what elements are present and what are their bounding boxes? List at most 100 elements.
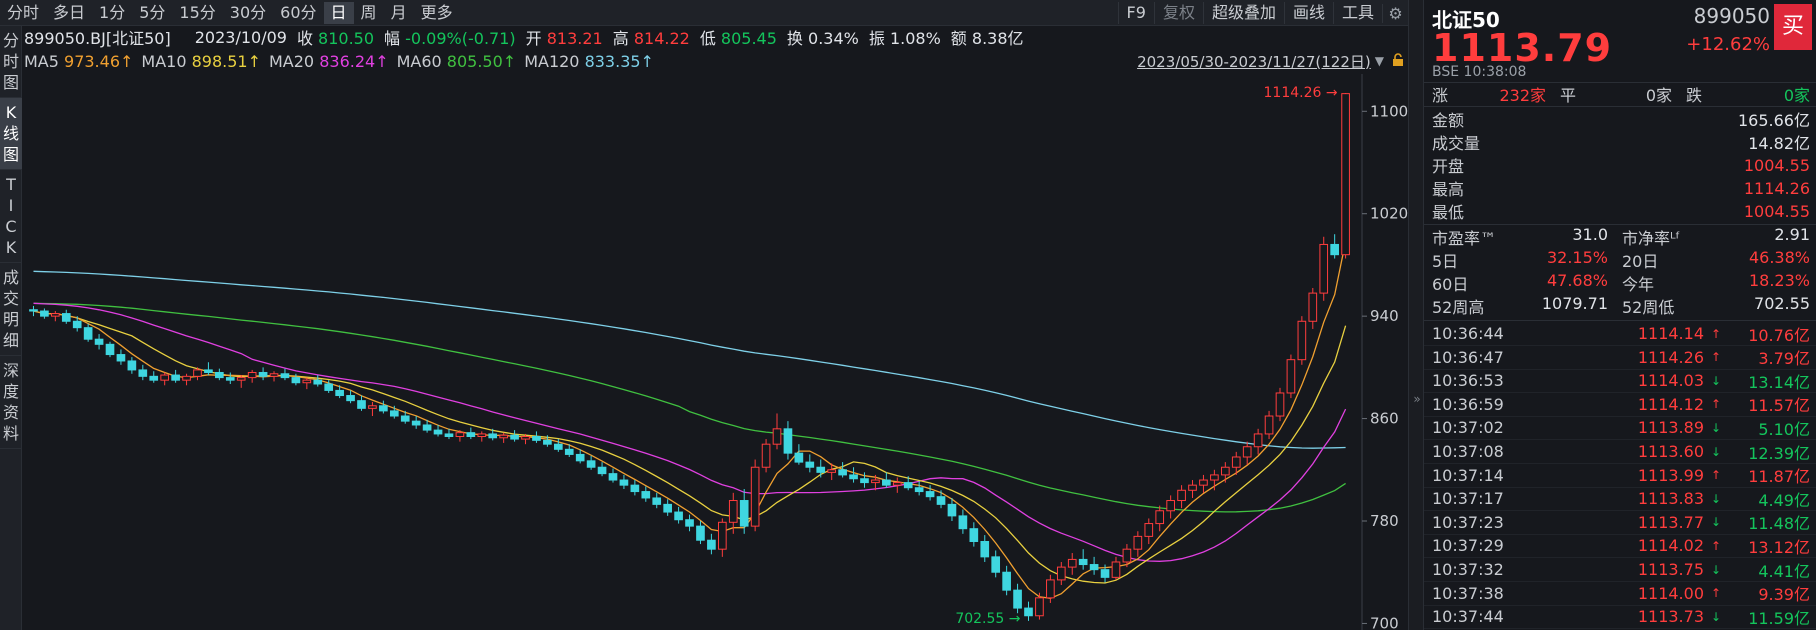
stat-label: 最高 [1432, 180, 1465, 199]
arrow-down-icon: ↓ [1710, 491, 1722, 506]
tool-button-0[interactable]: F9 [1117, 2, 1154, 24]
candle [1177, 485, 1186, 509]
tick-time: 10:37:44 [1432, 607, 1504, 627]
tick-row[interactable]: 10:37:29 1114.02 ↑ 13.12亿 [1424, 534, 1816, 559]
tick-volume: 3.79亿 [1758, 349, 1810, 369]
period-tab-9[interactable]: 月 [384, 2, 414, 24]
stat-label: 成交量 [1432, 134, 1481, 153]
period-tab-5[interactable]: 30分 [223, 2, 273, 24]
view-tab-3[interactable]: 成交明细 [0, 263, 22, 356]
view-tab-2[interactable]: TICK [0, 170, 22, 263]
range-label: 幅 [384, 29, 401, 48]
period-tab-10[interactable]: 更多 [414, 2, 460, 24]
tick-volume: 9.39亿 [1758, 585, 1810, 605]
stat-value: 1114.26 [1743, 178, 1810, 198]
period-tab-2[interactable]: 1分 [92, 2, 132, 24]
tick-volume: 11.59亿 [1748, 608, 1810, 628]
ma-item-3: MA60 805.50↑ [397, 52, 517, 71]
tick-row[interactable]: 10:37:23 1113.77 ↓ 11.48亿 [1424, 511, 1816, 535]
period-tab-7[interactable]: 日 [323, 1, 354, 24]
tick-row[interactable]: 10:37:32 1113.75 ↓ 4.41亿 [1424, 558, 1816, 582]
candle [969, 522, 979, 547]
date-range-selector[interactable]: 2023/05/30-2023/11/27(122日) ▼ [1137, 50, 1384, 72]
range-value: -0.09%(-0.71) [405, 29, 516, 48]
ratio-value: 46.38% [1748, 248, 1810, 267]
gear-icon[interactable]: ⚙ [1382, 3, 1408, 23]
buy-button[interactable]: 买 [1774, 4, 1812, 50]
stat-row: 最高 1114.26 [1432, 177, 1810, 200]
tick-row[interactable]: 10:37:14 1113.99 ↑ 11.87亿 [1424, 464, 1816, 488]
period-tab-1[interactable]: 多日 [46, 2, 92, 24]
stat-row: 金额 165.66亿 [1432, 108, 1810, 130]
tool-button-1[interactable]: 复权 [1153, 2, 1203, 24]
tick-time: 10:37:17 [1432, 489, 1504, 509]
period-tab-8[interactable]: 周 [354, 2, 384, 24]
tick-row[interactable]: 10:37:02 1113.89 ↓ 5.10亿 [1424, 416, 1816, 441]
ratio-cell: 60日 47.68% [1432, 271, 1622, 295]
candle [1155, 505, 1165, 532]
ma-item-1: MA10 898.51↑ [141, 52, 261, 71]
tick-row[interactable]: 10:37:44 1113.73 ↓ 11.59亿 [1424, 605, 1816, 630]
period-tab-0[interactable]: 分时 [0, 2, 46, 24]
tick-time: 10:37:32 [1432, 560, 1504, 579]
candle [138, 364, 148, 381]
candle [882, 472, 891, 488]
tick-row[interactable]: 10:36:59 1114.12 ↑ 11.57亿 [1424, 393, 1816, 417]
candle [991, 550, 1001, 578]
candle [1188, 480, 1197, 498]
stat-row: 开盘 1004.55 [1432, 154, 1810, 177]
ratio-value: 18.23% [1748, 271, 1810, 290]
candle [1308, 287, 1318, 329]
period-tab-4[interactable]: 15分 [172, 2, 222, 24]
tool-button-3[interactable]: 画线 [1283, 2, 1333, 24]
view-tab-0[interactable]: 分时图 [0, 26, 22, 98]
ma-value: 898.51↑ [191, 51, 261, 71]
double-chevron-right-icon[interactable]: » [1409, 392, 1425, 406]
ratio-cell: 今年 18.23% [1622, 271, 1810, 295]
candle [674, 506, 683, 524]
candle [718, 518, 727, 557]
tick-row[interactable]: 10:36:47 1114.26 ↑ 3.79亿 [1424, 346, 1816, 370]
tick-row[interactable]: 10:37:38 1114.00 ↑ 9.39亿 [1424, 582, 1816, 606]
panel-collapse-handle[interactable]: » [1408, 0, 1424, 630]
open-value: 813.21 [546, 29, 603, 48]
close-value: 810.50 [318, 29, 375, 48]
candle [849, 467, 858, 483]
ratio-label: 今年 [1622, 275, 1655, 294]
lock-icon[interactable] [1392, 53, 1404, 67]
candle [805, 454, 815, 473]
ratio-label: 60日 [1432, 275, 1469, 294]
amount-label: 额 [950, 29, 967, 48]
tick-row[interactable]: 10:37:17 1113.83 ↓ 4.49亿 [1424, 487, 1816, 512]
arrow-down-icon: ↓ [1710, 444, 1722, 459]
tick-price: 1113.77 [1637, 512, 1704, 532]
exchange-time: BSE 10:38:08 [1432, 64, 1527, 80]
tick-row[interactable]: 10:36:44 1114.14 ↑ 10.76亿 [1424, 322, 1816, 346]
turnover-value: 0.34% [808, 29, 859, 48]
tick-row[interactable]: 10:37:08 1113.60 ↓ 12.39亿 [1424, 440, 1816, 464]
tick-row[interactable]: 10:36:53 1114.03 ↓ 13.14亿 [1424, 369, 1816, 394]
candle [936, 490, 946, 509]
candle [1199, 474, 1208, 493]
index-code: 899050 [1693, 4, 1770, 28]
y-tick-label: 860 [1370, 410, 1399, 428]
candle [783, 421, 793, 460]
stat-value: 14.82亿 [1748, 134, 1810, 153]
tool-button-4[interactable]: 工具 [1332, 2, 1382, 24]
arrow-up-icon: ↑ [1710, 586, 1722, 601]
ratio-label: 52周低 [1622, 298, 1675, 317]
date-range-label: 2023/05/30-2023/11/27(122日) [1137, 52, 1371, 71]
ratio-row: 5日 32.15% 20日 46.38% [1432, 248, 1810, 272]
view-tab-1[interactable]: K线图 [0, 98, 22, 170]
view-tab-4[interactable]: 深度资料 [0, 356, 22, 449]
period-tab-6[interactable]: 60分 [273, 2, 323, 24]
dropdown-triangle-icon[interactable]: ▼ [1375, 54, 1384, 68]
kline-chart[interactable]: 700 780 860 940 1020 1100 1114.26 → 702.55 → [22, 74, 1408, 630]
ratio-cell: 20日 46.38% [1622, 248, 1810, 272]
ratio-cell: 市净率ᴸᶠ 2.91 [1622, 225, 1810, 249]
period-tab-3[interactable]: 5分 [132, 2, 172, 24]
tool-button-2[interactable]: 超级叠加 [1202, 2, 1284, 24]
candle [149, 371, 159, 383]
change-percent: +12.62% [1686, 34, 1770, 55]
high-label: 高 [612, 29, 629, 48]
